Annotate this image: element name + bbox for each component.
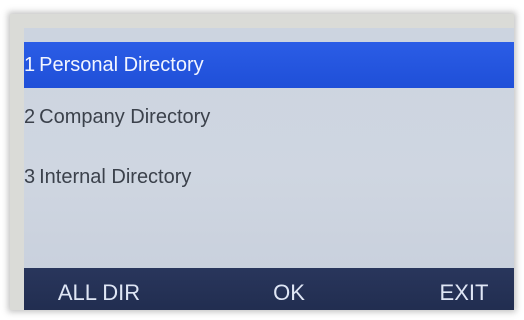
menu-item-number: 2 — [24, 105, 36, 128]
menu-item-label: Internal Directory — [39, 165, 192, 188]
directory-screen: 1 Personal Directory 2 Company Directory… — [24, 28, 514, 310]
phone-display-frame: 1 Personal Directory 2 Company Directory… — [10, 14, 514, 310]
menu-item-personal-directory[interactable]: 1 Personal Directory — [24, 42, 514, 88]
softkey-ok[interactable]: OK — [254, 268, 324, 310]
menu-item-internal-directory[interactable]: 3 Internal Directory — [24, 154, 514, 200]
menu-item-number: 3 — [24, 165, 36, 188]
menu-item-company-directory[interactable]: 2 Company Directory — [24, 94, 514, 140]
menu-item-number: 1 — [24, 53, 36, 76]
softkey-all-dir[interactable]: ALL DIR — [44, 268, 154, 310]
menu-item-label: Personal Directory — [39, 53, 204, 76]
softkey-exit[interactable]: EXIT — [424, 268, 504, 310]
menu-item-label: Company Directory — [39, 105, 211, 128]
softkey-bar: ALL DIR OK EXIT — [24, 268, 514, 310]
